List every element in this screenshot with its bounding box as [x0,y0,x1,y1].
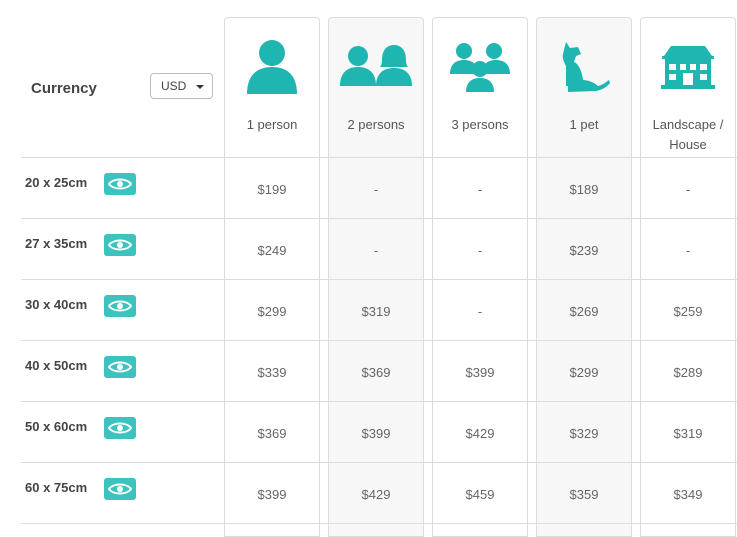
price-cell: $399 [257,487,287,502]
eye-icon [108,239,132,251]
preview-button[interactable] [104,295,136,317]
column-label: 1 person [246,117,298,132]
row-divider [21,218,737,219]
currency-label: Currency [31,80,97,97]
two-persons-icon [329,36,423,96]
price-cell: $359 [569,487,599,502]
price-cell: $369 [257,426,287,441]
column-label: 2 persons [347,117,405,132]
price-cell: $289 [673,365,703,380]
price-cell: - [373,182,379,197]
price-cell: $399 [465,365,495,380]
column-label: 3 persons [451,117,509,132]
size-label: 20 x 25cm [25,175,88,190]
eye-icon [108,361,132,373]
size-label: 40 x 50cm [25,358,88,373]
size-label: 50 x 60cm [25,419,88,434]
price-cell: - [477,243,483,258]
price-cell: - [477,304,483,319]
price-cell: $319 [673,426,703,441]
column-1-pet: 1 pet [536,17,632,537]
eye-icon [108,178,132,190]
price-cell: $249 [257,243,287,258]
eye-icon [108,422,132,434]
price-cell: $429 [361,487,391,502]
price-cell: $319 [361,304,391,319]
eye-icon [108,483,132,495]
column-1-person: 1 person [224,17,320,537]
price-cell: $339 [257,365,287,380]
price-cell: $429 [465,426,495,441]
row-divider [21,340,737,341]
price-cell: $259 [673,304,703,319]
price-cell: - [685,243,691,258]
dog-icon [537,36,631,96]
size-label: 27 x 35cm [25,236,88,251]
preview-button[interactable] [104,234,136,256]
price-cell: - [373,243,379,258]
price-cell: $299 [257,304,287,319]
preview-button[interactable] [104,356,136,378]
preview-button[interactable] [104,478,136,500]
price-cell: $349 [673,487,703,502]
price-cell: $199 [257,182,287,197]
three-persons-icon [433,36,527,96]
price-cell: - [685,182,691,197]
row-divider [21,157,737,158]
row-divider [21,523,737,524]
currency-value: USD [161,79,187,93]
house-icon [641,36,735,96]
chevron-down-icon [196,85,204,89]
price-cell: $269 [569,304,599,319]
column-label: Landscape / House [652,117,724,152]
price-cell: - [477,182,483,197]
price-cell: $329 [569,426,599,441]
eye-icon [108,300,132,312]
column-3-persons: 3 persons [432,17,528,537]
preview-button[interactable] [104,173,136,195]
row-divider [21,401,737,402]
price-cell: $299 [569,365,599,380]
currency-select[interactable]: USD [150,73,213,99]
price-table: 1 person 2 persons 3 persons 1 pet Lands… [0,0,737,537]
size-label: 60 x 75cm [25,480,88,495]
row-divider [21,462,737,463]
price-cell: $369 [361,365,391,380]
price-cell: $239 [569,243,599,258]
column-label: 1 pet [569,117,599,132]
row-divider [21,279,737,280]
one-person-icon [225,36,319,96]
column-2-persons: 2 persons [328,17,424,537]
price-cell: $459 [465,487,495,502]
price-cell: $399 [361,426,391,441]
price-cell: $189 [569,182,599,197]
column-landscape-house: Landscape / House [640,17,736,537]
preview-button[interactable] [104,417,136,439]
size-label: 30 x 40cm [25,297,88,312]
